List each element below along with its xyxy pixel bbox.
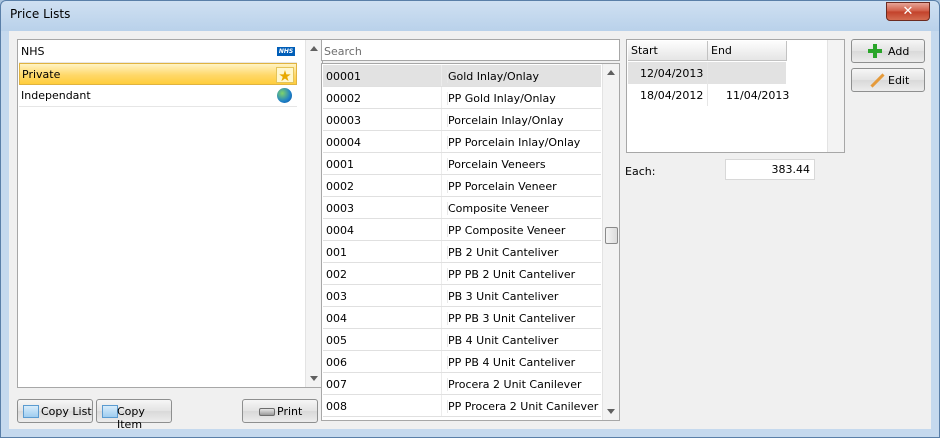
scroll-down-icon[interactable] bbox=[310, 376, 318, 381]
item-code: 001 bbox=[326, 246, 347, 259]
column-header-start[interactable]: Start bbox=[628, 41, 708, 61]
item-description: PP Porcelain Inlay/Onlay bbox=[447, 136, 581, 149]
price-item-row[interactable]: 00003 Porcelain Inlay/Onlay bbox=[323, 109, 601, 131]
window-title: Price Lists bbox=[10, 7, 71, 21]
price-item-row[interactable]: 002 PP PB 2 Unit Canteliver bbox=[323, 263, 601, 285]
item-code: 0002 bbox=[326, 180, 354, 193]
title-bar: Price Lists ✕ bbox=[1, 1, 939, 29]
item-code: 0004 bbox=[326, 224, 354, 237]
item-description: Porcelain Veneers bbox=[447, 158, 546, 171]
scroll-thumb[interactable] bbox=[605, 227, 618, 244]
price-list-item-private[interactable]: Private ★ bbox=[19, 63, 297, 85]
price-item-row[interactable]: 0001 Porcelain Veneers bbox=[323, 153, 601, 175]
item-code: 002 bbox=[326, 268, 347, 281]
item-description: PB 3 Unit Canteliver bbox=[447, 290, 559, 303]
each-label: Each: bbox=[625, 165, 656, 178]
price-lists-window: Price Lists ✕ NHS NHS Private ★ Independ… bbox=[0, 0, 940, 438]
item-code: 003 bbox=[326, 290, 347, 303]
item-description: PP Procera 2 Unit Canilever bbox=[447, 400, 599, 413]
price-item-row[interactable]: 001 PB 2 Unit Canteliver bbox=[323, 241, 601, 263]
add-button[interactable]: Add bbox=[851, 39, 925, 63]
item-description: PP PB 3 Unit Canteliver bbox=[447, 312, 576, 325]
printer-icon bbox=[259, 408, 275, 416]
scroll-up-icon[interactable] bbox=[310, 46, 318, 51]
copy-list-icon bbox=[23, 405, 39, 418]
price-list-label: NHS bbox=[21, 45, 45, 58]
item-code: 00003 bbox=[326, 114, 361, 127]
price-item-row[interactable]: 003 PB 3 Unit Canteliver bbox=[323, 285, 601, 307]
date-ranges-grid[interactable]: Start End 12/04/2013 18/04/2012 11/04/20… bbox=[626, 39, 845, 153]
price-items-list[interactable]: 00001 Gold Inlay/Onlay 00002 PP Gold Inlay/… bbox=[321, 63, 620, 421]
close-button[interactable]: ✕ bbox=[886, 2, 930, 21]
item-description: PP Porcelain Veneer bbox=[447, 180, 557, 193]
item-description: PB 4 Unit Canteliver bbox=[447, 334, 559, 347]
date-row[interactable]: 18/04/2012 11/04/2013 bbox=[628, 84, 789, 106]
plus-icon bbox=[868, 44, 882, 58]
price-list-box[interactable]: NHS NHS Private ★ Independant bbox=[17, 39, 323, 388]
price-item-row[interactable]: 0004 PP Composite Veneer bbox=[323, 219, 601, 241]
item-description: PP Composite Veneer bbox=[447, 224, 566, 237]
price-item-row[interactable]: 00001 Gold Inlay/Onlay bbox=[323, 65, 601, 87]
item-code: 005 bbox=[326, 334, 347, 347]
price-list-scrollbar[interactable] bbox=[305, 40, 322, 387]
item-code: 004 bbox=[326, 312, 347, 325]
item-description: PP Gold Inlay/Onlay bbox=[447, 92, 556, 105]
price-list-item-nhs[interactable]: NHS NHS bbox=[19, 41, 297, 63]
edit-button[interactable]: Edit bbox=[851, 68, 925, 92]
item-description: Composite Veneer bbox=[447, 202, 549, 215]
scroll-down-icon[interactable] bbox=[607, 409, 615, 414]
date-row[interactable]: 12/04/2013 bbox=[628, 62, 786, 84]
search-input[interactable] bbox=[321, 39, 620, 61]
price-list-label: Private bbox=[22, 68, 61, 81]
item-description: Gold Inlay/Onlay bbox=[447, 70, 539, 83]
column-header-end[interactable]: End bbox=[708, 41, 787, 61]
item-code: 00002 bbox=[326, 92, 361, 105]
price-list-label: Independant bbox=[21, 89, 91, 102]
item-code: 007 bbox=[326, 378, 347, 391]
price-item-row[interactable]: 00004 PP Porcelain Inlay/Onlay bbox=[323, 131, 601, 153]
copy-list-button[interactable]: Copy List bbox=[17, 399, 93, 423]
price-item-row[interactable]: 005 PB 4 Unit Canteliver bbox=[323, 329, 601, 351]
item-description: PP PB 4 Unit Canteliver bbox=[447, 356, 576, 369]
price-list-item-independant[interactable]: Independant bbox=[19, 85, 297, 107]
price-item-row[interactable]: 0002 PP Porcelain Veneer bbox=[323, 175, 601, 197]
item-description: PB 2 Unit Canteliver bbox=[447, 246, 559, 259]
item-code: 008 bbox=[326, 400, 347, 413]
star-icon: ★ bbox=[276, 67, 294, 84]
globe-icon bbox=[277, 88, 295, 104]
item-code: 0003 bbox=[326, 202, 354, 215]
item-code: 0001 bbox=[326, 158, 354, 171]
client-area: NHS NHS Private ★ Independant Copy List … bbox=[9, 31, 931, 431]
price-item-row[interactable]: 007 Procera 2 Unit Canilever bbox=[323, 373, 601, 395]
dates-scrollbar[interactable] bbox=[827, 40, 844, 152]
item-description: PP PB 2 Unit Canteliver bbox=[447, 268, 576, 281]
item-code: 00004 bbox=[326, 136, 361, 149]
copy-item-button[interactable]: Copy Item bbox=[96, 399, 172, 431]
price-item-row[interactable]: 006 PP PB 4 Unit Canteliver bbox=[323, 351, 601, 373]
scroll-up-icon[interactable] bbox=[607, 70, 615, 75]
pencil-icon bbox=[870, 73, 884, 87]
price-item-row[interactable]: 0003 Composite Veneer bbox=[323, 197, 601, 219]
copy-item-icon bbox=[102, 405, 118, 418]
item-code: 00001 bbox=[326, 70, 361, 83]
item-code: 006 bbox=[326, 356, 347, 369]
price-item-row[interactable]: 008 PP Procera 2 Unit Canilever bbox=[323, 395, 601, 417]
item-description: Porcelain Inlay/Onlay bbox=[447, 114, 564, 127]
nhs-logo-icon: NHS bbox=[277, 47, 295, 56]
print-button[interactable]: Print bbox=[242, 399, 318, 423]
each-price-field[interactable]: 383.44 bbox=[725, 159, 815, 180]
price-item-row[interactable]: 00002 PP Gold Inlay/Onlay bbox=[323, 87, 601, 109]
item-description: Procera 2 Unit Canilever bbox=[447, 378, 582, 391]
price-item-row[interactable]: 004 PP PB 3 Unit Canteliver bbox=[323, 307, 601, 329]
items-scrollbar[interactable] bbox=[602, 64, 619, 420]
